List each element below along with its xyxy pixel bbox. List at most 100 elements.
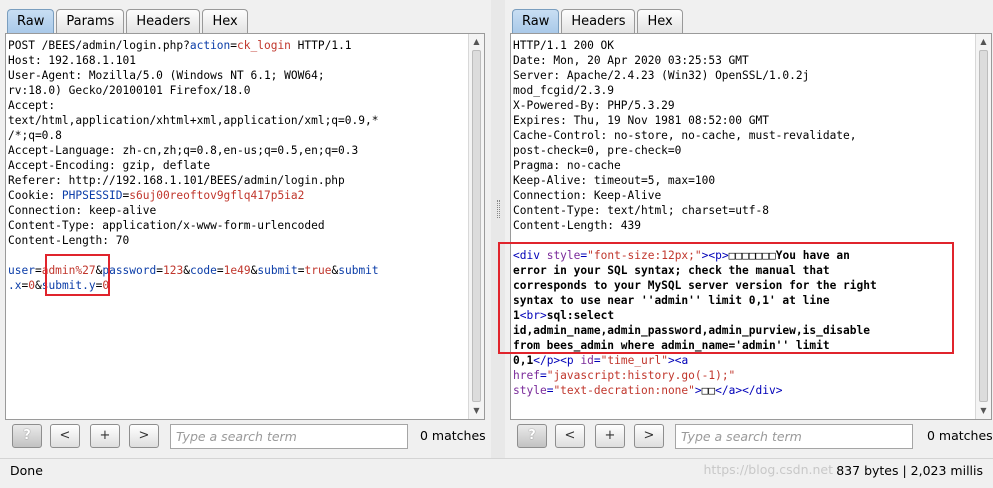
- response-scrollbar[interactable]: ▲ ▼: [975, 34, 991, 419]
- resp-line: HTTP/1.1 200 OK: [513, 39, 615, 52]
- html-attr: style: [546, 249, 581, 262]
- sql-error-text: syntax to use near ''admin'' limit 0,1' …: [513, 294, 830, 307]
- request-tabs: Raw Params Headers Hex: [7, 8, 250, 34]
- body-key: user: [8, 264, 35, 277]
- html-attr: id: [580, 354, 594, 367]
- html-attr-value: "javascript:history.go(-1);": [546, 369, 736, 382]
- watermark: https://blog.csdn.net: [703, 462, 834, 477]
- req-line-12: Content-Type: application/x-www-form-url…: [8, 219, 325, 232]
- scroll-down-icon[interactable]: ▼: [471, 405, 482, 417]
- html-tag: >: [694, 384, 702, 397]
- scroll-thumb[interactable]: [979, 50, 988, 402]
- req-line-1: Host: 192.168.1.101: [8, 54, 136, 67]
- req-line-11: Connection: keep-alive: [8, 204, 157, 217]
- resp-line: X-Powered-By: PHP/5.3.29: [513, 99, 675, 112]
- help-button[interactable]: ?: [517, 424, 547, 448]
- help-button[interactable]: ?: [12, 424, 42, 448]
- http-version: HTTP/1.1: [290, 39, 352, 52]
- resp-line: Connection: Keep-Alive: [513, 189, 662, 202]
- tab-hex[interactable]: Hex: [202, 9, 248, 34]
- tab-raw[interactable]: Raw: [7, 9, 55, 34]
- scroll-up-icon[interactable]: ▲: [471, 36, 482, 48]
- body-key: .x: [8, 279, 22, 292]
- resp-line: Pragma: no-cache: [513, 159, 621, 172]
- response-text[interactable]: HTTP/1.1 200 OK Date: Mon, 20 Apr 2020 0…: [513, 38, 973, 398]
- html-tag: <br>: [519, 309, 547, 322]
- garbled-text: □□□□□□□: [728, 249, 776, 262]
- next-match-button[interactable]: >: [129, 424, 159, 448]
- response-tabs: Raw Headers Hex: [512, 8, 685, 34]
- match-count: 0 matches: [927, 428, 993, 443]
- search-input[interactable]: Type a search term: [675, 424, 913, 449]
- sql-error-text: corresponds to your MySQL server version…: [513, 279, 877, 292]
- cookie-value: s6uj00reoftov9gflq417p5ia2: [129, 189, 305, 202]
- html-tag: </p>: [533, 354, 561, 367]
- tab-headers[interactable]: Headers: [561, 9, 636, 34]
- request-editor[interactable]: POST /BEES/admin/login.php?action=ck_log…: [5, 33, 485, 420]
- resp-line: Content-Type: text/html; charset=utf-8: [513, 204, 769, 217]
- sql-error-text: You have an: [775, 249, 850, 262]
- req-line-4: Accept:: [8, 99, 56, 112]
- req-body-line-1: user=admin%27&password=123&code=1e49&sub…: [8, 264, 379, 277]
- html-attr: href: [513, 369, 540, 382]
- tab-hex[interactable]: Hex: [637, 9, 683, 34]
- html-attr-value: "text-decration:none": [553, 384, 695, 397]
- request-pane: Raw Params Headers Hex POST /BEES/admin/…: [0, 0, 491, 458]
- request-text[interactable]: POST /BEES/admin/login.php?action=ck_log…: [8, 38, 466, 293]
- req-body-line-2: .x=0&submit.y=0: [8, 279, 110, 292]
- html-attr-value: "time_url": [600, 354, 668, 367]
- resp-line: mod_fcgid/2.3.9: [513, 84, 615, 97]
- cookie-key: PHPSESSID: [61, 189, 123, 202]
- resp-line: Keep-Alive: timeout=5, max=100: [513, 174, 716, 187]
- param-key: action: [189, 39, 231, 52]
- sql-error-text: sql:select: [546, 309, 615, 322]
- resp-line: Cache-Control: no-store, no-cache, must-…: [513, 129, 857, 142]
- resp-line: post-check=0, pre-check=0: [513, 144, 682, 157]
- sql-error-text: from bees_admin where admin_name='admin'…: [513, 339, 830, 352]
- response-search-bar: ? < + > Type a search term 0 matches: [505, 424, 993, 450]
- html-tag: <p: [560, 354, 574, 367]
- request-scrollbar[interactable]: ▲ ▼: [468, 34, 484, 419]
- body-value: 0: [28, 279, 35, 292]
- html-tag: ><p>: [701, 249, 729, 262]
- req-line-3: rv:18.0) Gecko/20100101 Firefox/18.0: [8, 84, 251, 97]
- tab-raw[interactable]: Raw: [512, 9, 560, 34]
- scroll-thumb[interactable]: [472, 50, 481, 402]
- body-key: submit: [257, 264, 298, 277]
- prev-match-button[interactable]: <: [50, 424, 80, 448]
- splitter-grip-icon[interactable]: [497, 200, 500, 218]
- response-editor[interactable]: HTTP/1.1 200 OK Date: Mon, 20 Apr 2020 0…: [510, 33, 992, 420]
- body-key: code: [189, 264, 217, 277]
- req-line-9: Referer: http://192.168.1.101/BEES/admin…: [8, 174, 345, 187]
- html-attr: style: [513, 384, 547, 397]
- body-value: 1e49: [223, 264, 251, 277]
- resp-line: Server: Apache/2.4.23 (Win32) OpenSSL/1.…: [513, 69, 810, 82]
- req-line-0: POST /BEES/admin/login.php?action=ck_log…: [8, 39, 352, 52]
- next-match-button[interactable]: >: [634, 424, 664, 448]
- scroll-up-icon[interactable]: ▲: [978, 36, 989, 48]
- html-tag: </a></div>: [715, 384, 783, 397]
- html-tag: <div: [513, 249, 540, 262]
- pane-splitter[interactable]: [491, 0, 505, 458]
- body-key: submit: [338, 264, 379, 277]
- prev-match-button[interactable]: <: [555, 424, 585, 448]
- add-button[interactable]: +: [595, 424, 625, 448]
- tab-params[interactable]: Params: [56, 9, 125, 34]
- match-count: 0 matches: [420, 428, 486, 443]
- add-button[interactable]: +: [90, 424, 120, 448]
- req-line-13: Content-Length: 70: [8, 234, 130, 247]
- sql-error-text: error in your SQL syntax; check the manu…: [513, 264, 830, 277]
- body-value: 123: [162, 264, 184, 277]
- status-text: Done: [10, 463, 43, 478]
- sql-error-text: id,admin_name,admin_password,admin_purvi…: [513, 324, 870, 337]
- resp-line: Expires: Thu, 19 Nov 1981 08:52:00 GMT: [513, 114, 769, 127]
- req-line-6: /*;q=0.8: [8, 129, 62, 142]
- tab-headers[interactable]: Headers: [126, 9, 201, 34]
- response-pane: Raw Headers Hex HTTP/1.1 200 OK Date: Mo…: [498, 0, 993, 458]
- html-tag: ><a: [668, 354, 689, 367]
- sql-error-text: 1: [513, 309, 520, 322]
- scroll-down-icon[interactable]: ▼: [978, 405, 989, 417]
- resp-line: Content-Length: 439: [513, 219, 641, 232]
- resp-line: Date: Mon, 20 Apr 2020 03:25:53 GMT: [513, 54, 749, 67]
- search-input[interactable]: Type a search term: [170, 424, 408, 449]
